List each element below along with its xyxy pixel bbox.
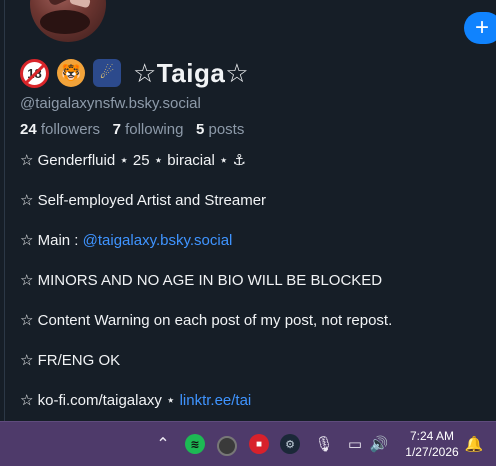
- posts-count-group: 5 posts: [196, 121, 244, 138]
- time-text: 7:24 AM: [409, 429, 455, 443]
- display-icon[interactable]: ▭: [345, 434, 365, 454]
- display-name: ☆Taiga☆: [133, 57, 250, 88]
- mention-link[interactable]: @taigalaxy.bsky.social: [83, 232, 233, 249]
- linktree-link[interactable]: linktr.ee/tai: [180, 392, 252, 409]
- profile-panel: + 18 🐯 ☄ ☆Taiga☆ @taigalaxynsfw.bsky.soc…: [0, 0, 496, 421]
- followers-label: followers: [40, 121, 101, 138]
- no-under-18-icon: 18: [20, 58, 49, 88]
- following-link[interactable]: 7 following: [113, 121, 184, 138]
- microphone-icon[interactable]: 🎙: [314, 434, 334, 454]
- bio-line: ☆ MINORS AND NO AGE IN BIO WILL BE BLOCK…: [20, 272, 383, 289]
- bio-text: ☆ Main :: [20, 232, 83, 249]
- display-name-row: 18 🐯 ☄ ☆Taiga☆: [20, 56, 249, 90]
- bio-line: ☆ FR/ENG OK: [20, 352, 121, 369]
- red-app-icon[interactable]: ■: [249, 434, 269, 454]
- profile-stats: 24 followers 7 following 5 posts: [20, 121, 244, 138]
- taskbar: ⌃ ≋ ■ ⚙ 🎙 ▭ 🔊 7:24 AM 1/27/2026 🔔: [0, 421, 496, 466]
- handle: @taigalaxynsfw.bsky.social: [20, 95, 201, 112]
- bio-line: ☆ Content Warning on each post of my pos…: [20, 312, 393, 329]
- compose-button[interactable]: +: [464, 12, 496, 44]
- spotify-icon[interactable]: ≋: [185, 434, 205, 454]
- gray-app-icon[interactable]: [217, 436, 237, 456]
- followers-count: 24: [20, 121, 37, 138]
- bio-text: ☆ ko-fi.com/taigalaxy ⋆: [20, 392, 180, 409]
- date-text: 1/27/2026: [405, 445, 459, 459]
- bio-line: ☆ Main : @taigalaxy.bsky.social: [20, 231, 232, 249]
- following-label: following: [125, 121, 184, 138]
- avatar[interactable]: [30, 0, 106, 42]
- bio-line: ☆ Genderfluid ⋆ 25 ⋆ biracial ⋆ ⚓: [20, 152, 246, 169]
- clock[interactable]: 7:24 AM 1/27/2026: [402, 428, 462, 460]
- divider: [4, 0, 5, 421]
- bio-line: ☆ ko-fi.com/taigalaxy ⋆ linktr.ee/tai: [20, 391, 251, 409]
- steam-icon[interactable]: ⚙: [280, 434, 300, 454]
- tiger-icon: 🐯: [57, 59, 85, 87]
- notification-icon[interactable]: 🔔: [464, 434, 484, 454]
- bio-line: ☆ Self-employed Artist and Streamer: [20, 192, 267, 209]
- posts-label: posts: [208, 121, 245, 138]
- followers-link[interactable]: 24 followers: [20, 121, 100, 138]
- comet-icon: ☄: [93, 59, 121, 87]
- following-count: 7: [112, 121, 121, 138]
- chevron-up-icon[interactable]: ⌃: [153, 434, 173, 454]
- posts-count: 5: [195, 121, 205, 138]
- volume-icon[interactable]: 🔊: [369, 434, 389, 454]
